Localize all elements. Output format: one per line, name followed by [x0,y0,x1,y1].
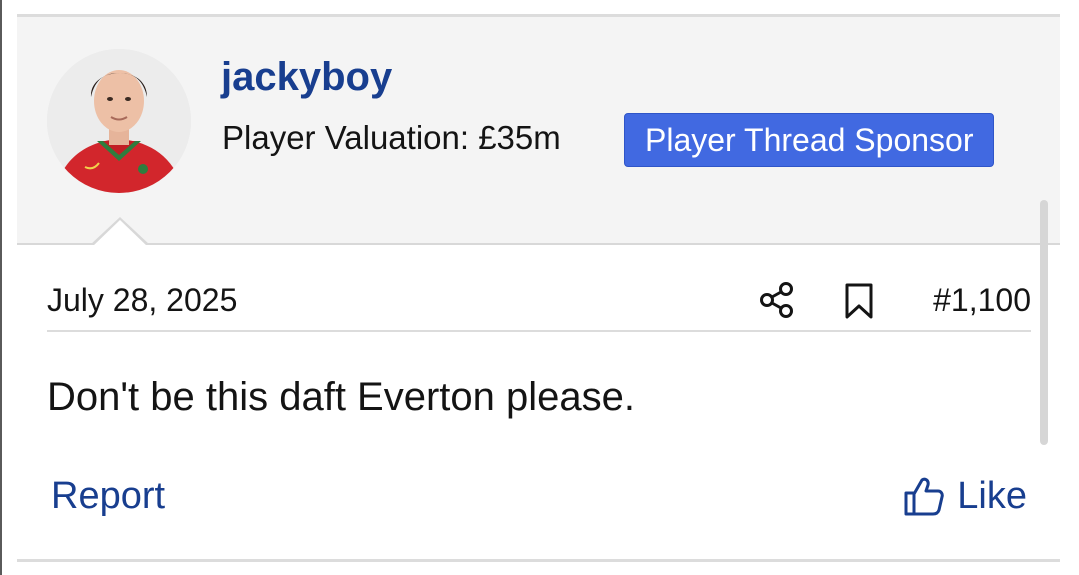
bookmark-icon[interactable] [842,282,876,320]
like-label: Like [957,475,1027,517]
post-number-link[interactable]: #1,100 [933,280,1031,320]
post-message: Don't be this daft Everton please. [47,375,635,419]
player-valuation: Player Valuation: £35m [222,119,561,156]
like-button[interactable]: Like [903,472,1027,520]
user-info-block: jackyboy Player Valuation: £35m Player T… [17,17,1060,245]
forum-post: jackyboy Player Valuation: £35m Player T… [17,14,1060,562]
window-edge [0,0,2,575]
thumbs-up-icon [904,477,945,516]
share-icon[interactable] [758,280,796,320]
post-date[interactable]: July 28, 2025 [47,280,237,320]
user-title-badge: Player Thread Sponsor [624,113,995,167]
report-link[interactable]: Report [51,472,165,520]
scrollbar-thumb[interactable] [1040,200,1048,445]
username-link[interactable]: jackyboy [221,53,392,101]
avatar[interactable] [47,49,191,193]
post-meta: July 28, 2025 #1,100 [47,280,1031,332]
